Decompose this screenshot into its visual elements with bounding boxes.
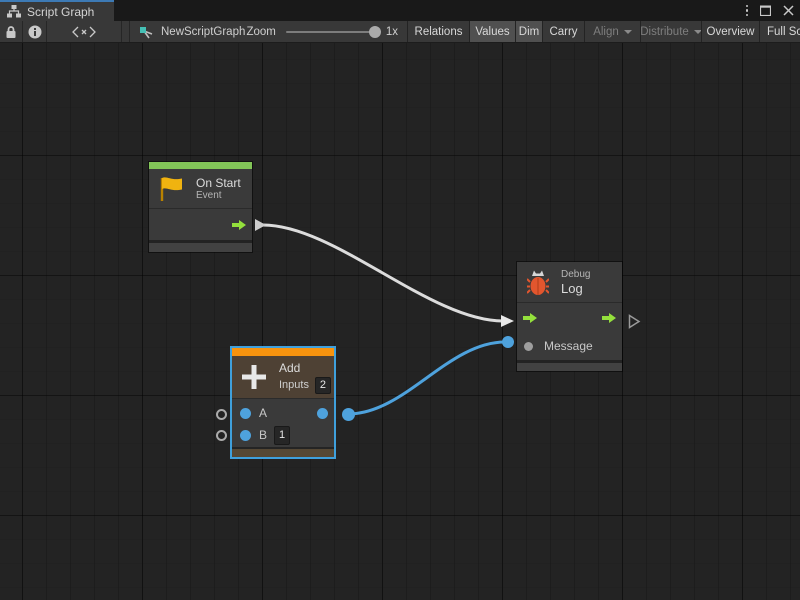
port-b-dot[interactable] <box>240 430 251 441</box>
window-menu-icon[interactable] <box>746 5 749 17</box>
title-bar: Script Graph <box>0 0 800 21</box>
tab-script-graph[interactable]: Script Graph <box>0 0 114 21</box>
bug-icon <box>527 269 549 296</box>
input-a-outer-port[interactable] <box>216 409 227 420</box>
full-screen-button[interactable]: Full Screen <box>759 21 800 42</box>
message-port-label: Message <box>544 339 593 353</box>
result-outer-port[interactable] <box>342 408 355 421</box>
distribute-dropdown[interactable]: Distribute <box>640 21 701 42</box>
node-title: On Start <box>196 176 241 190</box>
port-a-dot[interactable] <box>240 408 251 419</box>
node-category: Debug <box>561 269 590 281</box>
close-icon[interactable] <box>783 5 794 16</box>
script-graph-window: Script Graph <box>0 0 800 600</box>
flow-input-arrow-icon[interactable] <box>522 312 538 324</box>
flow-continue-port[interactable] <box>628 314 641 329</box>
wire-arrowhead <box>501 315 514 327</box>
input-b-outer-port[interactable] <box>216 430 227 441</box>
lock-button[interactable] <box>0 21 23 42</box>
zoom-label: Zoom <box>246 26 275 38</box>
zoom-slider[interactable] <box>286 31 378 33</box>
message-port-dot[interactable] <box>524 342 533 351</box>
wire-flow-onstart-to-log[interactable] <box>263 225 503 321</box>
maximize-icon[interactable] <box>760 5 771 16</box>
zoom-slider-handle[interactable] <box>369 26 381 38</box>
graph-toolbar: NewScriptGraph Zoom 1x Relations Values … <box>0 21 800 43</box>
node-accent-bar <box>149 162 252 169</box>
flow-output-arrow-icon[interactable] <box>601 312 617 324</box>
code-preview-button[interactable] <box>47 21 122 42</box>
overview-button[interactable]: Overview <box>701 21 759 42</box>
node-subtitle: Event <box>196 190 241 202</box>
zoom-value: 1x <box>386 26 398 38</box>
plus-icon <box>240 363 268 391</box>
graph-hierarchy-icon <box>7 5 21 18</box>
lock-icon <box>5 25 17 39</box>
wire-end-dot <box>502 336 514 348</box>
flow-output-port[interactable] <box>255 219 266 231</box>
values-button[interactable]: Values <box>469 21 515 42</box>
node-title: Log <box>561 281 590 296</box>
toolbar-spacer <box>122 21 130 42</box>
code-brackets-icon <box>72 26 96 38</box>
info-button[interactable] <box>23 21 47 42</box>
inputs-count-stepper[interactable]: 2 <box>315 377 331 394</box>
carry-button[interactable]: Carry <box>542 21 584 42</box>
info-icon <box>28 25 42 39</box>
relations-button[interactable]: Relations <box>407 21 469 42</box>
node-on-start[interactable]: On Start Event <box>149 162 252 252</box>
result-port-dot[interactable] <box>317 408 328 419</box>
chevron-down-icon <box>694 30 701 34</box>
tab-title: Script Graph <box>27 5 94 19</box>
inputs-label: Inputs <box>279 379 309 391</box>
node-add[interactable]: Add Inputs 2 A B 1 <box>230 346 336 459</box>
port-b-value-field[interactable]: 1 <box>274 426 290 445</box>
dim-button[interactable]: Dim <box>515 21 542 42</box>
chevron-down-icon <box>624 30 632 34</box>
flow-output-arrow-icon <box>231 219 247 231</box>
node-title: Add <box>279 361 331 375</box>
node-debug-log[interactable]: Debug Log Message <box>517 262 622 371</box>
port-a-label: A <box>259 406 267 420</box>
port-b-label: B <box>259 428 267 442</box>
align-dropdown[interactable]: Align <box>584 21 640 42</box>
flag-icon <box>158 175 184 202</box>
graph-asset-name[interactable]: NewScriptGraph <box>161 26 245 38</box>
wire-value-add-to-message[interactable] <box>348 342 505 414</box>
graph-canvas[interactable]: On Start Event <box>0 43 800 600</box>
node-accent-bar <box>232 348 334 356</box>
script-graph-asset-icon <box>139 24 155 40</box>
wires-layer <box>0 43 800 600</box>
